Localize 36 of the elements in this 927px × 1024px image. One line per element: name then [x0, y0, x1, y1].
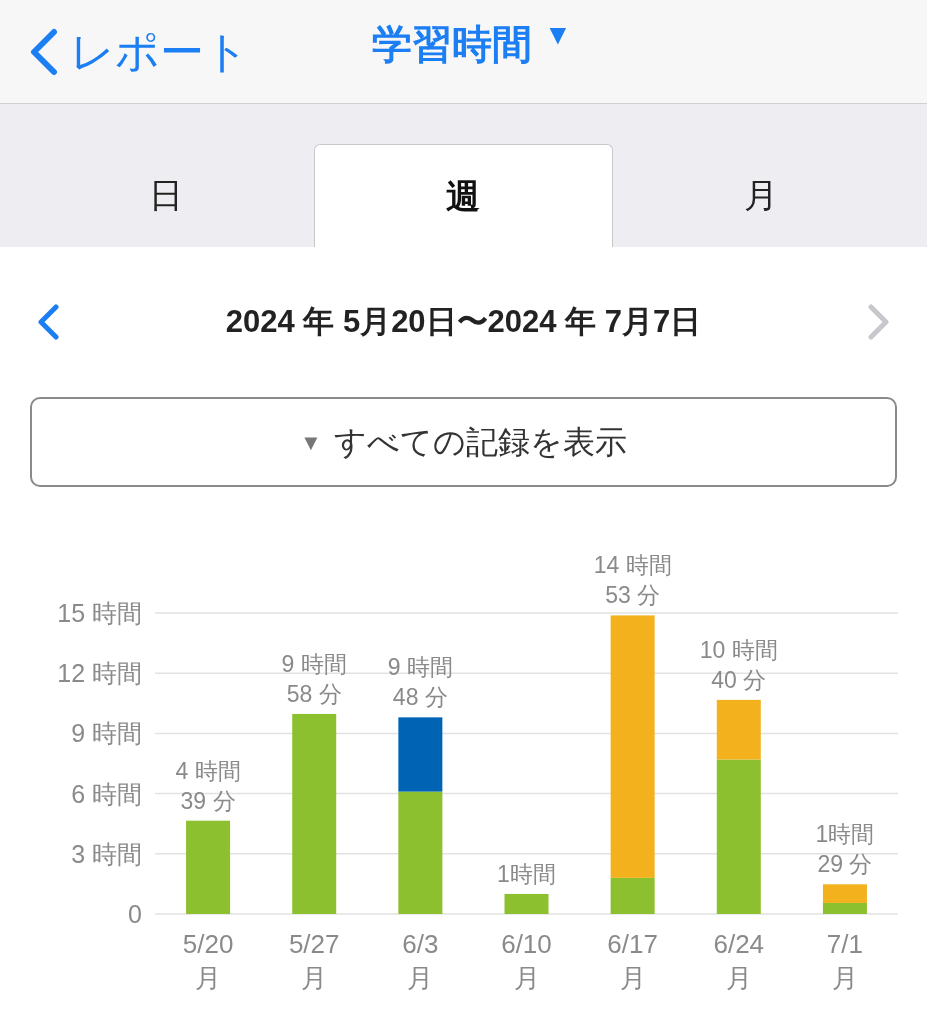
y-axis-label: 6 時間 [71, 779, 142, 808]
y-axis-label: 9 時間 [71, 719, 142, 748]
value-label: 9 時間 58 分 [281, 650, 347, 707]
tab[interactable]: 月 [612, 144, 909, 247]
value-label: 10 時間 40 分 [699, 636, 778, 693]
y-axis-label: 3 時間 [71, 839, 142, 868]
value-label: 1時間 [497, 860, 556, 887]
back-button[interactable]: レポート [0, 18, 249, 85]
x-axis-label: 月 [407, 963, 434, 993]
date-range: 2024 年 5月20日〜2024 年 7月7日 [225, 302, 702, 341]
tab[interactable]: 日 [18, 144, 315, 247]
x-axis-label: 7/1 [826, 929, 863, 959]
x-axis-label: 月 [513, 963, 540, 993]
x-axis-label: 月 [725, 963, 752, 993]
x-axis-label: 月 [619, 963, 646, 993]
chevron-left-icon[interactable] [36, 304, 60, 340]
x-axis-label: 6/24 [713, 929, 765, 959]
value-label: 9 時間 48 分 [387, 654, 453, 711]
show-all-records-button[interactable]: ▼ すべての記録を表示 [30, 397, 897, 487]
x-axis-label: 月 [831, 963, 858, 993]
x-axis-label: 6/10 [501, 929, 552, 959]
x-axis-label: 6/3 [402, 929, 439, 959]
x-axis-label: 5/20 [182, 929, 234, 959]
value-label: 4 時間 39 分 [175, 757, 241, 814]
y-axis-label: 15 時間 [57, 599, 142, 627]
x-axis-label: 月 [301, 963, 328, 993]
x-axis-label: 6/17 [607, 929, 658, 959]
title-dropdown[interactable]: 学習時間 ▼ [372, 14, 572, 74]
chevron-left-icon [28, 27, 58, 76]
value-label: 14 時間 53 分 [593, 552, 672, 609]
x-axis-label: 月 [195, 963, 222, 993]
y-axis-label: 0 [128, 900, 142, 928]
x-axis-label: 5/27 [288, 929, 340, 959]
y-axis-label: 12 時間 [57, 659, 142, 688]
tab[interactable]: 週 [314, 144, 613, 247]
value-label: 1時間 29 分 [815, 821, 875, 878]
